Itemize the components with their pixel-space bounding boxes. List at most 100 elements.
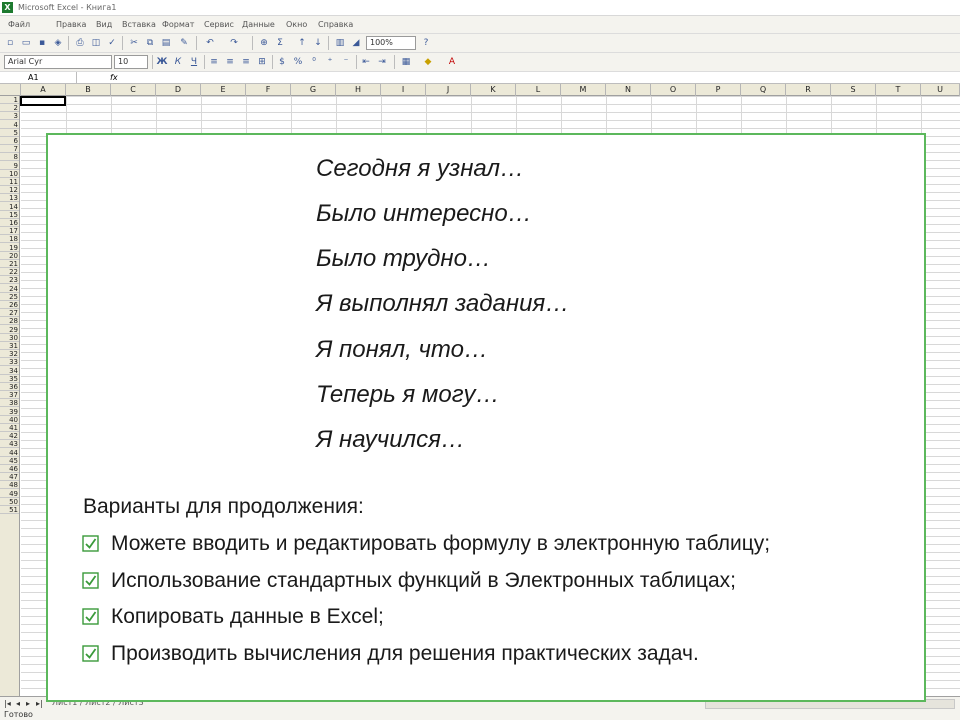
autosum-icon[interactable]: Σ: [274, 37, 286, 49]
row-header-cell[interactable]: 22: [0, 268, 19, 277]
row-header-cell[interactable]: 3: [0, 112, 19, 121]
column-header-cell[interactable]: U: [921, 84, 960, 96]
spelling-icon[interactable]: ✓: [106, 37, 118, 49]
row-header-cell[interactable]: 35: [0, 375, 19, 383]
row-header-cell[interactable]: 14: [0, 203, 19, 211]
column-header-cell[interactable]: P: [696, 84, 741, 96]
row-header-cell[interactable]: 50: [0, 498, 19, 506]
column-header-cell[interactable]: O: [651, 84, 696, 96]
hyperlink-icon[interactable]: ⊕: [258, 37, 270, 49]
align-left-icon[interactable]: ≡: [208, 56, 220, 68]
menu-data[interactable]: Данные: [242, 20, 275, 29]
row-header-cell[interactable]: 36: [0, 383, 19, 391]
menu-edit[interactable]: Правка: [56, 20, 86, 29]
row-header-cell[interactable]: 21: [0, 260, 19, 268]
row-header-cell[interactable]: 46: [0, 465, 19, 473]
font-size-select[interactable]: 10: [114, 55, 148, 69]
row-header-cell[interactable]: 49: [0, 490, 19, 498]
increase-decimal-icon[interactable]: ⁺: [324, 56, 336, 68]
bold-icon[interactable]: Ж: [156, 56, 168, 68]
next-sheet-icon[interactable]: ▸: [26, 699, 30, 708]
row-header-cell[interactable]: 38: [0, 399, 19, 408]
row-header-cell[interactable]: 26: [0, 301, 19, 309]
row-header-cell[interactable]: 10: [0, 170, 19, 178]
italic-icon[interactable]: К: [172, 56, 184, 68]
percent-icon[interactable]: %: [292, 56, 304, 68]
menu-insert[interactable]: Вставка: [122, 20, 156, 29]
row-header-cell[interactable]: 45: [0, 457, 19, 465]
row-header-cell[interactable]: 5: [0, 129, 19, 137]
row-header-cell[interactable]: 40: [0, 416, 19, 424]
row-header-cell[interactable]: 24: [0, 285, 19, 293]
row-header-cell[interactable]: 19: [0, 244, 19, 252]
menu-file[interactable]: Файл: [8, 20, 30, 29]
new-icon[interactable]: ▫: [4, 37, 16, 49]
menu-window[interactable]: Окно: [286, 20, 307, 29]
column-header-cell[interactable]: F: [246, 84, 291, 96]
borders-icon[interactable]: ▦: [400, 56, 412, 68]
redo-icon[interactable]: ↷: [228, 37, 240, 49]
row-header-cell[interactable]: 1: [0, 96, 19, 104]
row-header-cell[interactable]: 28: [0, 317, 19, 326]
row-header-cell[interactable]: 29: [0, 326, 19, 334]
row-header-cell[interactable]: 4: [0, 121, 19, 129]
column-header-cell[interactable]: A: [21, 84, 66, 96]
column-header-cell[interactable]: C: [111, 84, 156, 96]
print-icon[interactable]: ⎙: [74, 37, 86, 49]
row-header-cell[interactable]: 51: [0, 506, 19, 514]
row-header-cell[interactable]: 25: [0, 293, 19, 301]
row-header-cell[interactable]: 41: [0, 424, 19, 432]
prev-sheet-icon[interactable]: ◂: [16, 699, 20, 708]
fx-icon[interactable]: fx: [110, 72, 118, 83]
open-icon[interactable]: ▭: [20, 37, 32, 49]
row-header-cell[interactable]: 43: [0, 440, 19, 449]
row-header-cell[interactable]: 2: [0, 104, 19, 113]
font-name-select[interactable]: Arial Cyr: [4, 55, 112, 69]
decrease-decimal-icon[interactable]: ⁻: [340, 56, 352, 68]
row-header-cell[interactable]: 17: [0, 227, 19, 236]
sort-ascending-icon[interactable]: ↑: [296, 37, 308, 49]
row-header-cell[interactable]: 32: [0, 350, 19, 359]
sort-descending-icon[interactable]: ↓: [312, 37, 324, 49]
row-header-cell[interactable]: 33: [0, 358, 19, 367]
row-header-cell[interactable]: 34: [0, 367, 19, 375]
save-icon[interactable]: ▪: [36, 37, 48, 49]
row-header-cell[interactable]: 18: [0, 235, 19, 244]
column-header-cell[interactable]: L: [516, 84, 561, 96]
row-header-cell[interactable]: 16: [0, 219, 19, 227]
print-preview-icon[interactable]: ◫: [90, 37, 102, 49]
row-header-cell[interactable]: 6: [0, 137, 19, 145]
row-header-cell[interactable]: 9: [0, 162, 19, 170]
row-header-cell[interactable]: 47: [0, 473, 19, 482]
name-box[interactable]: A1: [2, 72, 77, 83]
active-cell[interactable]: [20, 96, 66, 106]
row-header-cell[interactable]: 20: [0, 252, 19, 260]
first-sheet-icon[interactable]: |◂: [4, 699, 11, 708]
font-color-icon[interactable]: A: [446, 56, 458, 68]
menu-help[interactable]: Справка: [318, 20, 353, 29]
underline-icon[interactable]: Ч: [188, 56, 200, 68]
row-header-cell[interactable]: 15: [0, 211, 19, 219]
chart-wizard-icon[interactable]: ▥: [334, 37, 346, 49]
menu-tools[interactable]: Сервис: [204, 20, 234, 29]
column-header-cell[interactable]: N: [606, 84, 651, 96]
column-header-cell[interactable]: M: [561, 84, 606, 96]
row-header-cell[interactable]: 12: [0, 186, 19, 195]
column-header-cell[interactable]: R: [786, 84, 831, 96]
row-header-cell[interactable]: 39: [0, 408, 19, 416]
column-header-cell[interactable]: Q: [741, 84, 786, 96]
row-header-cell[interactable]: 23: [0, 276, 19, 285]
column-header-cell[interactable]: B: [66, 84, 111, 96]
increase-indent-icon[interactable]: ⇥: [376, 56, 388, 68]
column-header-cell[interactable]: S: [831, 84, 876, 96]
currency-icon[interactable]: $: [276, 56, 288, 68]
row-header-cell[interactable]: 7: [0, 145, 19, 154]
row-header-cell[interactable]: 44: [0, 449, 19, 457]
thousands-icon[interactable]: ⁰: [308, 56, 320, 68]
paste-icon[interactable]: ▤: [160, 37, 172, 49]
row-header-cell[interactable]: 13: [0, 194, 19, 203]
row-header-cell[interactable]: 37: [0, 391, 19, 400]
row-header-cell[interactable]: 30: [0, 334, 19, 342]
permission-icon[interactable]: ◈: [52, 37, 64, 49]
last-sheet-icon[interactable]: ▸|: [36, 699, 43, 708]
